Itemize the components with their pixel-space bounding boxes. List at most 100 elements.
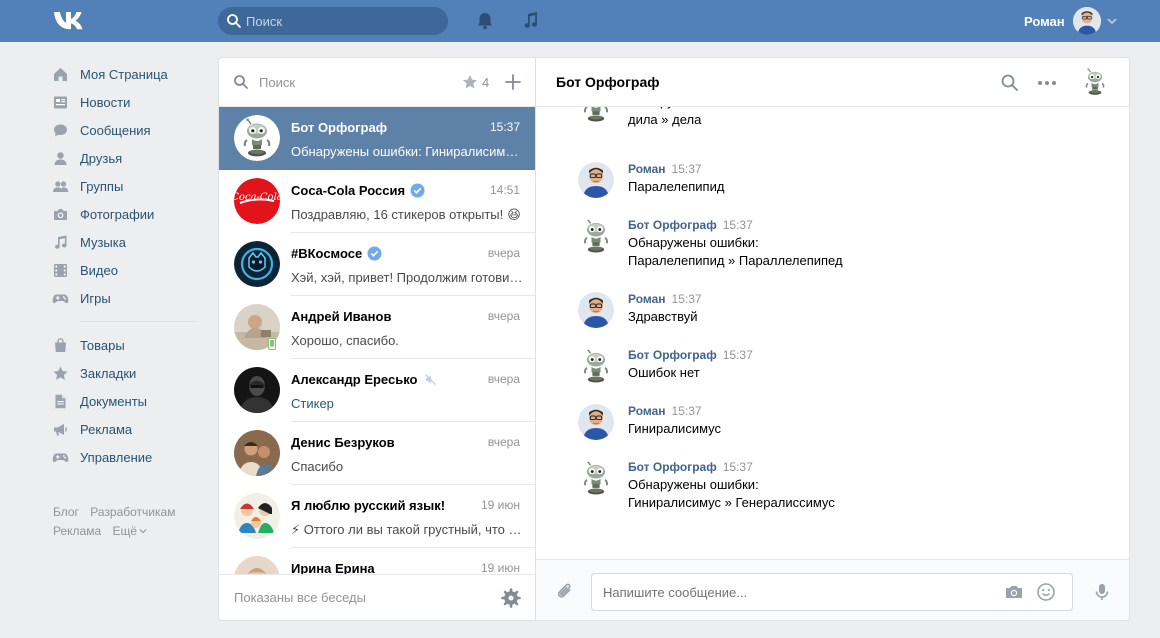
footer-link-ads[interactable]: Реклама <box>53 524 101 538</box>
user-menu[interactable]: Роман <box>1024 5 1117 37</box>
avatar[interactable] <box>578 292 614 328</box>
nav-item-2-secondary[interactable]: Закладки <box>52 359 197 387</box>
message-author[interactable]: Бот Орфограф 15:37 <box>628 348 753 362</box>
dialog-row[interactable]: Денис Безруков вчера Спасибо <box>219 422 535 485</box>
nav-item-label: Игры <box>80 290 111 306</box>
dialog-row[interactable]: Александр Ересько вчера Стикер <box>219 359 535 422</box>
camera-icon[interactable] <box>1004 583 1024 601</box>
dialog-preview-text: ⚡ Оттого ли вы такой грустный, что не зн… <box>291 522 523 537</box>
attach-clip-icon[interactable] <box>555 582 575 602</box>
nav-item-label: Управление <box>80 449 153 465</box>
avatar <box>234 493 280 539</box>
nav-item-8-main[interactable]: Видео <box>52 256 197 284</box>
dialog-row[interactable]: Бот Орфограф 15:37 Обнаружены ошибки: Гини… <box>219 107 535 170</box>
message-author[interactable]: Роман 15:37 <box>628 404 702 418</box>
dialog-name-text: #ВКосмосе <box>291 246 363 261</box>
avatar <box>234 556 280 576</box>
search-icon <box>227 14 241 28</box>
message-text: Обнаружены ошибки: <box>628 477 759 492</box>
star-icon[interactable] <box>462 74 478 90</box>
avatar[interactable] <box>578 107 614 123</box>
nav-item-label: Сообщения <box>80 122 151 138</box>
chat-header: Бот Орфограф <box>536 58 1129 107</box>
mobile-online-icon <box>268 338 276 350</box>
message-input[interactable] <box>603 574 993 610</box>
nav-item-9-main[interactable]: Игры <box>52 284 197 312</box>
dialog-row[interactable]: Ирина Ерина 19 июн <box>219 548 535 576</box>
dialogs-search-input[interactable] <box>259 68 449 96</box>
avatar <box>1072 7 1101 35</box>
dialog-preview: ⚡ Оттого ли вы такой грустный, что не зн… <box>291 522 523 538</box>
nav-item-7-main[interactable]: Музыка <box>52 228 197 256</box>
message-text: Гиниралисимус » Генералиссимус <box>628 495 835 510</box>
header-search-input[interactable] <box>246 7 441 35</box>
dialogs-footer: Показаны все беседы <box>219 574 535 620</box>
nav-item-1-main[interactable]: Моя Страница <box>52 60 197 88</box>
message-author-name: Бот Орфограф <box>628 460 717 474</box>
dialog-name-text: Андрей Иванов <box>291 309 392 324</box>
dialog-preview-text: Хорошо, спасибо. <box>291 333 399 348</box>
footer-link-more[interactable]: Ещё <box>112 524 147 538</box>
nav-item-3-secondary[interactable]: Документы <box>52 387 197 415</box>
camera-icon <box>52 206 69 223</box>
nav-divider <box>80 321 197 322</box>
avatar <box>234 430 280 476</box>
nav-item-2-main[interactable]: Новости <box>52 88 197 116</box>
dialog-time: вчера <box>487 309 520 323</box>
message-author[interactable]: Бот Орфограф 15:37 <box>628 460 753 474</box>
message-text: Ошибок нет <box>628 365 700 380</box>
search-icon[interactable] <box>1000 73 1019 92</box>
message-author[interactable]: Роман 15:37 <box>628 292 702 306</box>
nav-item-6-main[interactable]: Фотографии <box>52 200 197 228</box>
avatar[interactable] <box>578 460 614 496</box>
news-icon <box>52 94 69 111</box>
avatar[interactable] <box>578 404 614 440</box>
new-chat-plus-icon[interactable] <box>504 73 522 91</box>
avatar[interactable] <box>578 162 614 198</box>
vk-logo-icon[interactable] <box>52 8 88 34</box>
search-icon <box>234 75 248 89</box>
chat-title[interactable]: Бот Орфограф <box>556 74 660 90</box>
message-author-name: Роман <box>628 404 666 418</box>
chat-avatar[interactable] <box>1081 68 1109 96</box>
dialog-preview-text: Стикер <box>291 396 334 411</box>
dialog-name-text: Александр Ересько <box>291 372 418 387</box>
emoji-smile-icon[interactable] <box>1036 582 1056 602</box>
dialog-row[interactable]: Я люблю русский язык! 19 июн ⚡ Оттого ли в… <box>219 485 535 548</box>
dialog-time: вчера <box>487 372 520 386</box>
muted-icon <box>425 374 437 385</box>
more-options-icon[interactable] <box>1036 73 1058 92</box>
nav-item-4-secondary[interactable]: Реклама <box>52 415 197 443</box>
message-text: Обнаружены ошибки: <box>628 235 759 250</box>
dialog-name: Александр Ересько <box>291 372 437 387</box>
dialog-row[interactable]: #ВКосмосе вчера Хэй, хэй, привет! Продолжи… <box>219 233 535 296</box>
dialog-name: Coca-Cola Россия <box>291 183 425 198</box>
message-time: 15:37 <box>722 460 753 474</box>
nav-item-1-secondary[interactable]: Товары <box>52 331 197 359</box>
bell-icon[interactable] <box>474 10 496 32</box>
nav-item-5-secondary[interactable]: Управление <box>52 443 197 471</box>
nav-item-3-main[interactable]: Сообщения <box>52 116 197 144</box>
nav-item-label: Музыка <box>80 234 126 250</box>
gear-icon[interactable] <box>501 588 521 608</box>
footer-link-blog[interactable]: Блог <box>53 505 79 519</box>
header-search[interactable] <box>218 7 448 35</box>
dialog-time: 15:37 <box>489 120 520 134</box>
microphone-icon[interactable] <box>1092 582 1112 602</box>
message-text: Гиниралисимус <box>628 421 722 436</box>
dialog-name-text: Денис Безруков <box>291 435 395 450</box>
avatar <box>234 367 280 413</box>
music-icon[interactable] <box>520 10 542 32</box>
dialog-row[interactable]: Андрей Иванов вчера Хорошо, спасибо. <box>219 296 535 359</box>
avatar[interactable] <box>578 348 614 384</box>
dialog-name: Денис Безруков <box>291 435 395 450</box>
dialog-row[interactable]: Coca-Cola Coca-Cola Россия 14:51 Поздравляю… <box>219 170 535 233</box>
footer-link-developers[interactable]: Разработчикам <box>90 505 175 519</box>
nav-item-5-main[interactable]: Группы <box>52 172 197 200</box>
nav-item-4-main[interactable]: Друзья <box>52 144 197 172</box>
dialogs-search-bar: 4 <box>219 58 535 107</box>
message-author[interactable]: Роман 15:37 <box>628 162 702 176</box>
document-icon <box>52 393 69 410</box>
message-author[interactable]: Бот Орфограф 15:37 <box>628 218 753 232</box>
avatar[interactable] <box>578 218 614 254</box>
